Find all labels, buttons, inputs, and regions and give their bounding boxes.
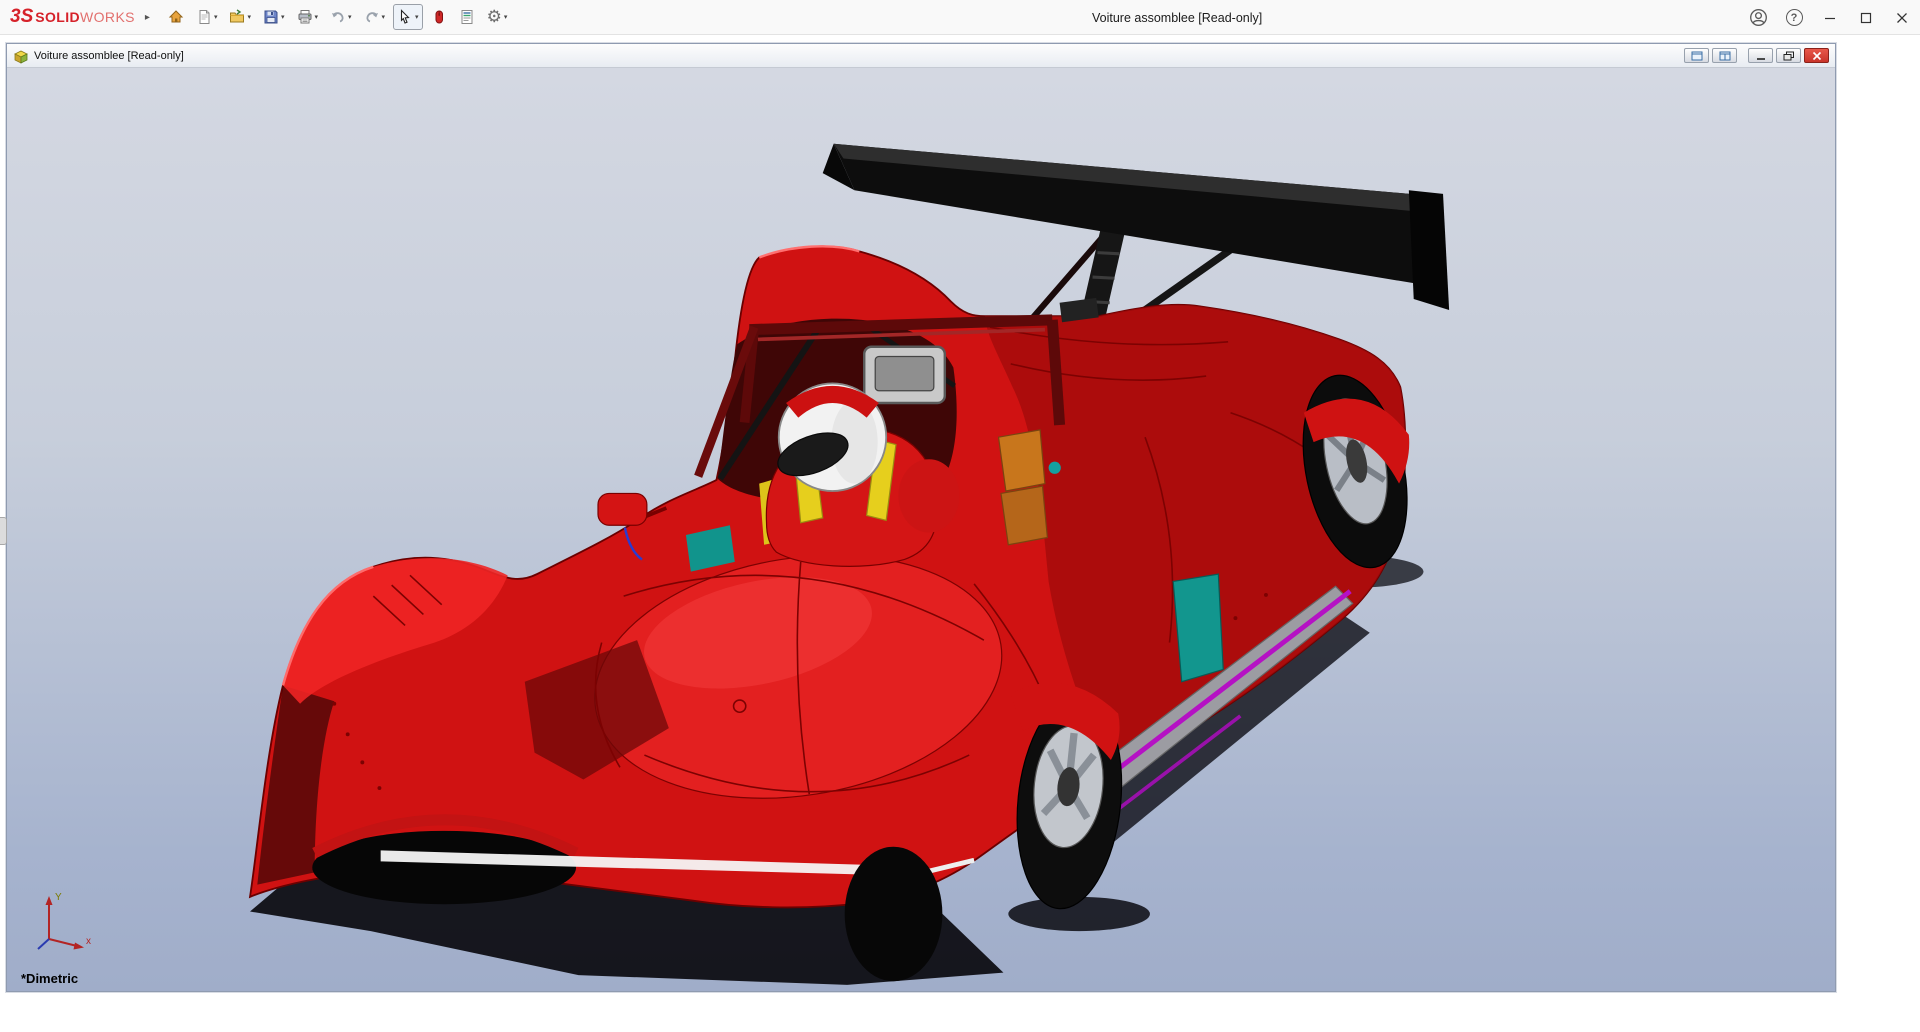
new-document-button[interactable]: ▾: [192, 4, 222, 30]
gear-icon: ⚙: [487, 9, 502, 25]
print-button[interactable]: ▾: [293, 4, 323, 30]
help-icon: ?: [1786, 9, 1803, 26]
doc-pane-split-button[interactable]: [1712, 48, 1737, 63]
doc-close-button[interactable]: [1804, 48, 1829, 63]
print-icon: [297, 9, 313, 25]
panel-collapse-tab[interactable]: [0, 517, 7, 545]
new-document-icon: [196, 9, 212, 25]
car-model[interactable]: [250, 144, 1449, 985]
pane-split-icon: [1719, 51, 1731, 61]
select-cursor-icon: [397, 9, 413, 25]
dropdown-caret[interactable]: ▾: [214, 13, 218, 21]
reference-triad: Y x: [31, 887, 95, 959]
pane-single-icon: [1691, 51, 1703, 61]
app-titlebar[interactable]: 3S SOLID WORKS ▸ ▾ ▾ ▾ ▾ ▾ ▾: [0, 0, 1920, 35]
menu-expand-arrow[interactable]: ▸: [145, 12, 150, 23]
y-axis-arrow: [46, 896, 53, 905]
file-properties-button[interactable]: [455, 4, 479, 30]
account-icon: [1749, 8, 1768, 27]
app-window-title: Voiture assomblee [Read-only]: [1092, 0, 1262, 35]
view-orientation-label: *Dimetric: [21, 971, 78, 986]
brand-works-text: WORKS: [80, 9, 135, 25]
help-button[interactable]: ?: [1776, 0, 1812, 35]
file-properties-icon: [459, 9, 475, 25]
minimize-icon: [1823, 11, 1837, 25]
dropdown-caret[interactable]: ▾: [504, 13, 508, 21]
options-button[interactable]: ⚙ ▾: [483, 4, 512, 30]
document-window: Voiture assomblee [Read-only]: [6, 43, 1836, 992]
save-button[interactable]: ▾: [259, 4, 289, 30]
redo-icon: [364, 9, 380, 25]
car-scene: [7, 68, 1835, 991]
select-tool-button[interactable]: ▾: [393, 4, 423, 30]
document-titlebar[interactable]: Voiture assomblee [Read-only]: [7, 44, 1835, 68]
doc-close-icon: [1811, 51, 1823, 61]
doc-pane-single-button[interactable]: [1684, 48, 1709, 63]
doc-restore-icon: [1783, 51, 1795, 61]
z-axis-arrow: [38, 939, 49, 949]
brand-solid-text: SOLID: [35, 9, 80, 25]
dropdown-caret[interactable]: ▾: [247, 13, 251, 21]
open-button[interactable]: ▾: [225, 4, 255, 30]
solidworks-logo: 3S SOLID WORKS: [10, 6, 135, 28]
document-window-buttons: [1684, 48, 1829, 63]
close-button[interactable]: [1884, 0, 1920, 35]
graphics-viewport[interactable]: Y x *Dimetric: [7, 68, 1835, 991]
dropdown-caret[interactable]: ▾: [348, 13, 352, 21]
mouse-icon: [431, 9, 447, 25]
dropdown-caret[interactable]: ▾: [415, 13, 419, 21]
dropdown-caret[interactable]: ▾: [382, 13, 386, 21]
app-window-controls: ?: [1740, 0, 1920, 35]
undo-icon: [330, 9, 346, 25]
maximize-icon: [1859, 11, 1873, 25]
mouse-gestures-button[interactable]: [427, 4, 451, 30]
y-axis-label: Y: [55, 892, 62, 903]
minimize-button[interactable]: [1812, 0, 1848, 35]
open-folder-icon: [229, 9, 245, 25]
save-icon: [263, 9, 279, 25]
dropdown-caret[interactable]: ▾: [315, 13, 319, 21]
doc-minimize-icon: [1755, 51, 1767, 61]
close-icon: [1895, 11, 1909, 25]
x-axis-arrow: [74, 943, 85, 950]
home-button[interactable]: [164, 4, 188, 30]
x-axis-label: x: [86, 936, 91, 947]
main-toolbar: ▾ ▾ ▾ ▾ ▾ ▾ ▾: [164, 4, 511, 30]
maximize-button[interactable]: [1848, 0, 1884, 35]
account-button[interactable]: [1740, 0, 1776, 35]
document-title: Voiture assomblee [Read-only]: [34, 50, 184, 62]
ds-logo-icon: 3S: [10, 6, 33, 28]
doc-minimize-button[interactable]: [1748, 48, 1773, 63]
dropdown-caret[interactable]: ▾: [281, 13, 285, 21]
home-icon: [168, 9, 184, 25]
redo-button[interactable]: ▾: [360, 4, 390, 30]
rear-left-wheel: [845, 847, 943, 981]
assembly-icon: [13, 48, 29, 64]
undo-button[interactable]: ▾: [326, 4, 356, 30]
doc-restore-button[interactable]: [1776, 48, 1801, 63]
